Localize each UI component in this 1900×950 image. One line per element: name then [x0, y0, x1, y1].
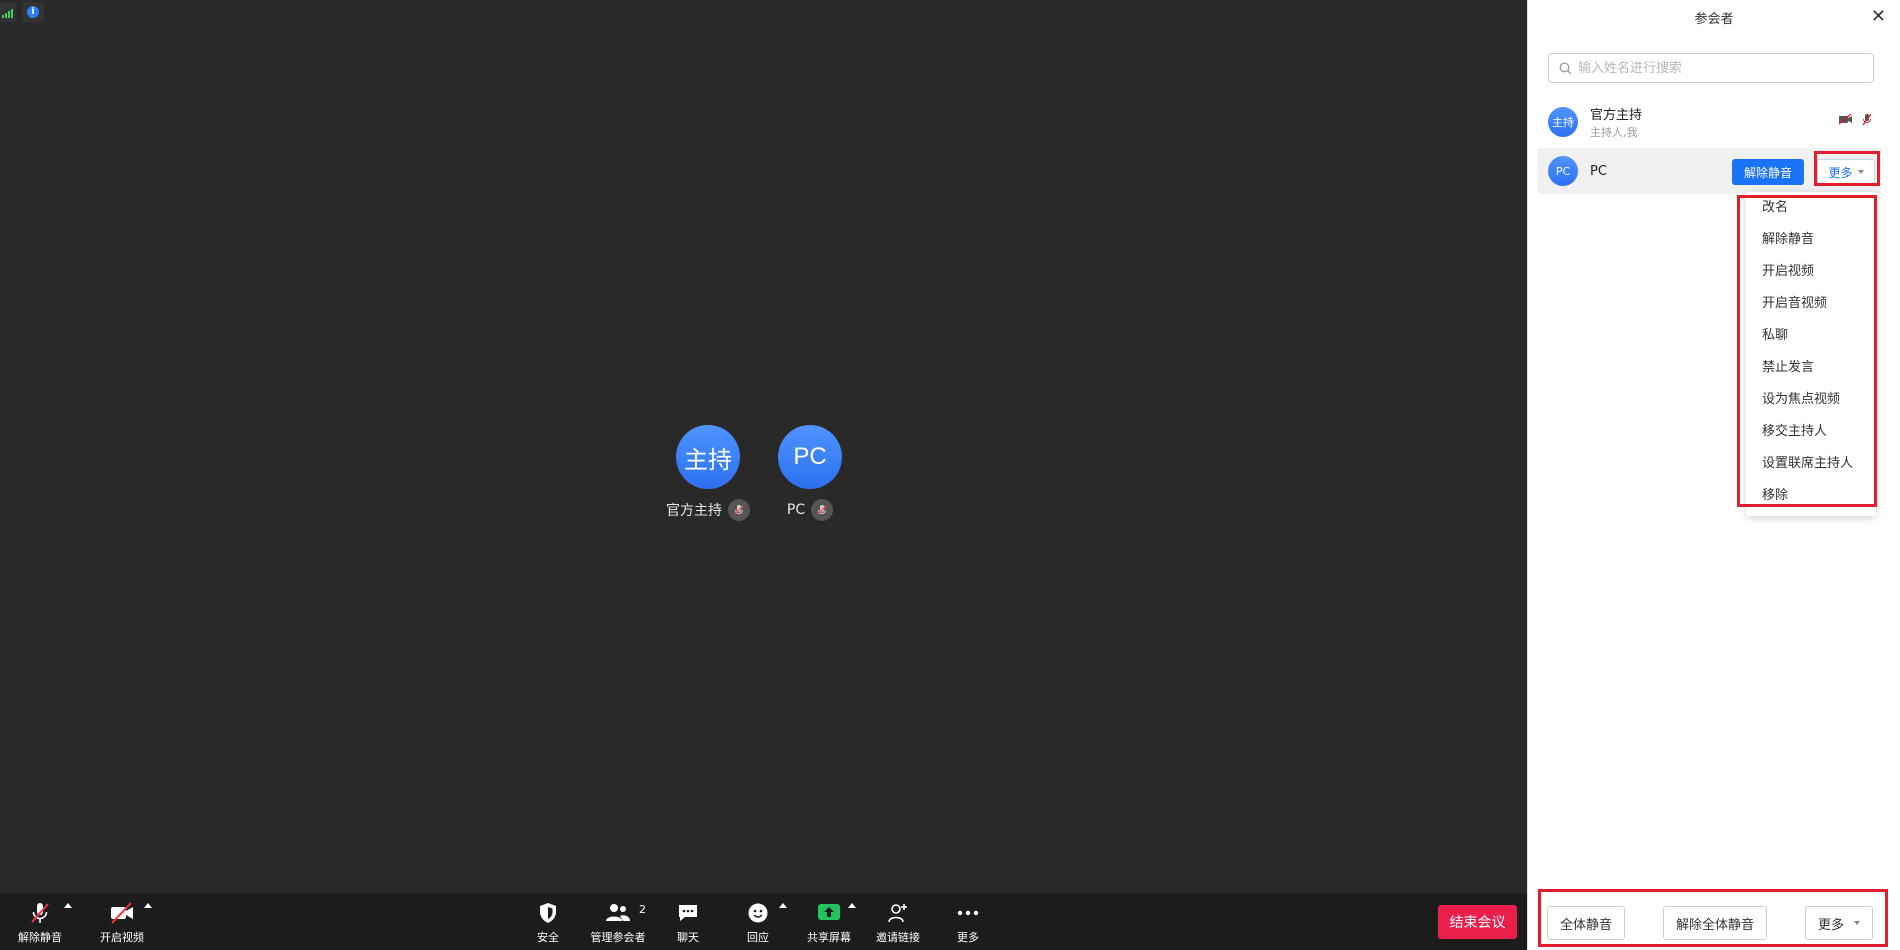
- more-label: 更多: [957, 930, 979, 944]
- more-dots-icon: [957, 910, 979, 915]
- menu-item-set-focus-video[interactable]: 设为焦点视频: [1746, 384, 1876, 416]
- invite-link-button[interactable]: 邀请链接: [874, 893, 922, 950]
- close-icon[interactable]: ✕: [1871, 6, 1886, 27]
- unmute-label: 解除静音: [18, 930, 62, 944]
- search-box: [1548, 53, 1874, 83]
- unmute-participant-button[interactable]: 解除静音: [1732, 159, 1804, 185]
- add-person-icon: [888, 903, 907, 922]
- meeting-info-icon[interactable]: i: [22, 2, 44, 22]
- participant-name: PC: [1590, 163, 1607, 179]
- reactions-caret-icon[interactable]: [779, 903, 787, 908]
- participant-name: 官方主持: [1590, 108, 1643, 123]
- unmute-button[interactable]: 解除静音: [14, 893, 66, 950]
- footer-more-button[interactable]: 更多: [1805, 906, 1873, 940]
- muted-mic-icon: [811, 499, 834, 521]
- participants-count: 2: [639, 902, 646, 916]
- reactions-label: 回应: [747, 930, 769, 944]
- security-button[interactable]: 安全: [528, 893, 568, 950]
- chevron-down-icon: [1857, 170, 1864, 174]
- unmute-all-button[interactable]: 解除全体静音: [1663, 906, 1767, 940]
- share-options-caret-icon[interactable]: [848, 903, 856, 908]
- invite-link-label: 邀请链接: [876, 930, 920, 944]
- more-button[interactable]: 更多: [948, 893, 988, 950]
- signal-strength-icon[interactable]: [0, 2, 16, 22]
- chat-bubble-icon: [679, 904, 697, 921]
- menu-item-transfer-host[interactable]: 移交主持人: [1746, 416, 1876, 448]
- start-video-label: 开启视频: [100, 930, 144, 944]
- avatar: 主持: [676, 425, 740, 489]
- video-options-caret-icon[interactable]: [144, 903, 152, 908]
- meeting-toolbar: 解除静音 开启视频 安全 2 管理参会者 聊天 回应 共享屏幕 邀请链接 更多: [0, 893, 1527, 950]
- share-screen-icon: [818, 903, 840, 920]
- chevron-down-icon: [1854, 921, 1860, 925]
- participant-more-button[interactable]: 更多: [1817, 159, 1875, 185]
- participant-role: 主持人,我: [1590, 126, 1638, 139]
- smiley-icon: [748, 903, 768, 922]
- participant-row-host[interactable]: 主持 官方主持 主持人,我: [1538, 99, 1881, 145]
- reactions-button[interactable]: 回应: [738, 893, 778, 950]
- end-meeting-button[interactable]: 结束会议: [1438, 905, 1517, 939]
- menu-item-start-audio-video[interactable]: 开启音视频: [1746, 288, 1876, 320]
- tile-name: 官方主持: [666, 503, 722, 519]
- status-icons: i: [0, 2, 44, 22]
- panel-title: 参会者: [1694, 12, 1734, 27]
- tile-name: PC: [786, 502, 806, 518]
- share-screen-button[interactable]: 共享屏幕: [804, 893, 854, 950]
- shield-icon: [540, 902, 556, 923]
- chat-label: 聊天: [677, 930, 699, 944]
- menu-item-unmute[interactable]: 解除静音: [1746, 224, 1876, 256]
- share-screen-label: 共享屏幕: [807, 930, 851, 944]
- participant-more-menu: 改名 解除静音 开启视频 开启音视频 私聊 禁止发言 设为焦点视频 移交主持人 …: [1746, 192, 1876, 516]
- video-tile-pc: PC PC: [745, 425, 875, 521]
- menu-item-set-cohost[interactable]: 设置联席主持人: [1746, 448, 1876, 480]
- search-input[interactable]: [1578, 60, 1858, 76]
- manage-participants-button[interactable]: 2 管理参会者: [588, 893, 648, 950]
- more-label: 更多: [1828, 165, 1853, 180]
- start-video-button[interactable]: 开启视频: [96, 893, 148, 950]
- menu-item-start-video[interactable]: 开启视频: [1746, 256, 1876, 288]
- video-off-icon: [111, 901, 133, 924]
- audio-options-caret-icon[interactable]: [64, 903, 72, 908]
- video-stage: i 主持 官方主持 PC PC: [0, 0, 1527, 893]
- menu-item-rename[interactable]: 改名: [1746, 192, 1876, 224]
- muted-mic-icon: [1862, 113, 1872, 126]
- search-icon: [1559, 62, 1572, 74]
- footer-more-label: 更多: [1817, 917, 1844, 933]
- avatar: 主持: [1548, 107, 1578, 137]
- avatar: PC: [1548, 156, 1578, 186]
- menu-item-private-chat[interactable]: 私聊: [1746, 320, 1876, 352]
- muted-mic-icon: [31, 902, 49, 923]
- manage-participants-label: 管理参会者: [590, 930, 646, 944]
- menu-item-remove[interactable]: 移除: [1746, 480, 1876, 512]
- mute-all-button[interactable]: 全体静音: [1547, 906, 1625, 940]
- security-label: 安全: [537, 930, 559, 944]
- chat-button[interactable]: 聊天: [668, 893, 708, 950]
- video-off-icon: [1838, 113, 1852, 125]
- menu-item-forbid-speaking[interactable]: 禁止发言: [1746, 352, 1876, 384]
- participants-icon: [606, 903, 630, 921]
- avatar: PC: [778, 425, 842, 489]
